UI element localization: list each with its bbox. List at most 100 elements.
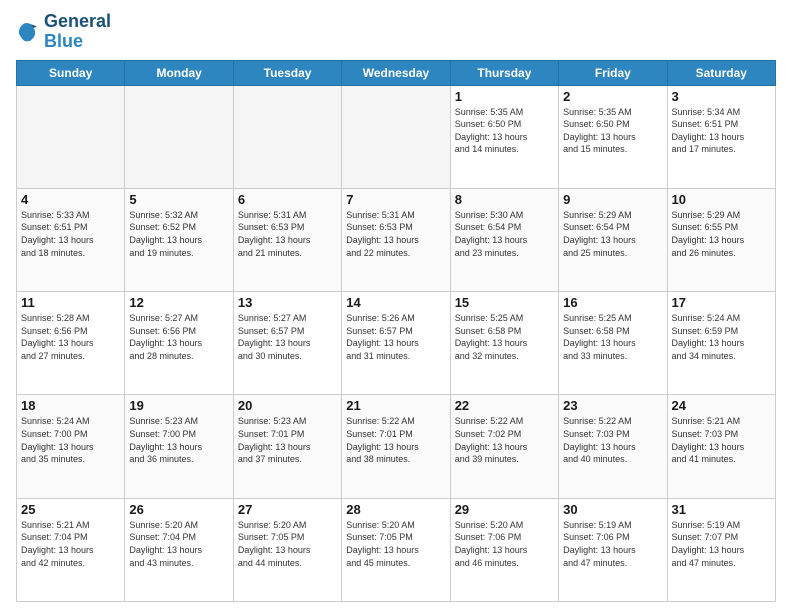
- day-number: 8: [455, 192, 554, 207]
- day-number: 25: [21, 502, 120, 517]
- weekday-header-friday: Friday: [559, 60, 667, 85]
- day-info: Sunrise: 5:23 AM Sunset: 7:01 PM Dayligh…: [238, 415, 337, 465]
- day-number: 30: [563, 502, 662, 517]
- day-number: 19: [129, 398, 228, 413]
- calendar-cell: 12 Sunrise: 5:27 AM Sunset: 6:56 PM Dayli…: [125, 292, 233, 395]
- calendar-cell: [17, 85, 125, 188]
- day-number: 11: [21, 295, 120, 310]
- day-number: 20: [238, 398, 337, 413]
- day-number: 27: [238, 502, 337, 517]
- day-number: 22: [455, 398, 554, 413]
- day-info: Sunrise: 5:19 AM Sunset: 7:06 PM Dayligh…: [563, 519, 662, 569]
- day-info: Sunrise: 5:21 AM Sunset: 7:04 PM Dayligh…: [21, 519, 120, 569]
- calendar-cell: 26Sunrise: 5:20 AM Sunset: 7:04 PM Dayli…: [125, 498, 233, 601]
- calendar-cell: 30 Sunrise: 5:19 AM Sunset: 7:06 PM Dayli…: [559, 498, 667, 601]
- day-info: Sunrise: 5:22 AM Sunset: 7:03 PM Dayligh…: [563, 415, 662, 465]
- calendar-cell: 15Sunrise: 5:25 AM Sunset: 6:58 PM Dayli…: [450, 292, 558, 395]
- calendar-week-row: 18 Sunrise: 5:24 AM Sunset: 7:00 PM Dayli…: [17, 395, 776, 498]
- calendar-cell: 13 Sunrise: 5:27 AM Sunset: 6:57 PM Dayli…: [233, 292, 341, 395]
- day-info: Sunrise: 5:22 AM Sunset: 7:02 PM Dayligh…: [455, 415, 554, 465]
- calendar-week-row: 1 Sunrise: 5:35 AM Sunset: 6:50 PM Daylig…: [17, 85, 776, 188]
- weekday-header-sunday: Sunday: [17, 60, 125, 85]
- day-number: 18: [21, 398, 120, 413]
- day-number: 12: [129, 295, 228, 310]
- day-number: 26: [129, 502, 228, 517]
- day-info: Sunrise: 5:22 AM Sunset: 7:01 PM Dayligh…: [346, 415, 445, 465]
- calendar-cell: [233, 85, 341, 188]
- day-number: 1: [455, 89, 554, 104]
- calendar-cell: 29 Sunrise: 5:20 AM Sunset: 7:06 PM Dayli…: [450, 498, 558, 601]
- calendar-cell: 23 Sunrise: 5:22 AM Sunset: 7:03 PM Dayli…: [559, 395, 667, 498]
- day-info: Sunrise: 5:29 AM Sunset: 6:54 PM Dayligh…: [563, 209, 662, 259]
- day-info: Sunrise: 5:25 AM Sunset: 6:58 PM Dayligh…: [563, 312, 662, 362]
- day-info: Sunrise: 5:24 AM Sunset: 7:00 PM Dayligh…: [21, 415, 120, 465]
- calendar-cell: 24 Sunrise: 5:21 AM Sunset: 7:03 PM Dayli…: [667, 395, 775, 498]
- day-info: Sunrise: 5:32 AM Sunset: 6:52 PM Dayligh…: [129, 209, 228, 259]
- day-number: 17: [672, 295, 771, 310]
- day-number: 4: [21, 192, 120, 207]
- calendar-cell: 25 Sunrise: 5:21 AM Sunset: 7:04 PM Dayli…: [17, 498, 125, 601]
- day-info: Sunrise: 5:31 AM Sunset: 6:53 PM Dayligh…: [346, 209, 445, 259]
- day-number: 14: [346, 295, 445, 310]
- day-number: 23: [563, 398, 662, 413]
- calendar-week-row: 25 Sunrise: 5:21 AM Sunset: 7:04 PM Dayli…: [17, 498, 776, 601]
- day-info: Sunrise: 5:33 AM Sunset: 6:51 PM Dayligh…: [21, 209, 120, 259]
- day-info: Sunrise: 5:24 AM Sunset: 6:59 PM Dayligh…: [672, 312, 771, 362]
- day-info: Sunrise: 5:34 AM Sunset: 6:51 PM Dayligh…: [672, 106, 771, 156]
- calendar-cell: 2Sunrise: 5:35 AM Sunset: 6:50 PM Daylig…: [559, 85, 667, 188]
- weekday-header-thursday: Thursday: [450, 60, 558, 85]
- day-info: Sunrise: 5:20 AM Sunset: 7:05 PM Dayligh…: [346, 519, 445, 569]
- calendar-cell: [342, 85, 450, 188]
- day-info: Sunrise: 5:20 AM Sunset: 7:06 PM Dayligh…: [455, 519, 554, 569]
- day-number: 9: [563, 192, 662, 207]
- day-info: Sunrise: 5:35 AM Sunset: 6:50 PM Dayligh…: [455, 106, 554, 156]
- calendar-week-row: 11 Sunrise: 5:28 AM Sunset: 6:56 PM Dayli…: [17, 292, 776, 395]
- calendar-cell: 4 Sunrise: 5:33 AM Sunset: 6:51 PM Daylig…: [17, 188, 125, 291]
- calendar-cell: 18 Sunrise: 5:24 AM Sunset: 7:00 PM Dayli…: [17, 395, 125, 498]
- calendar-cell: 27 Sunrise: 5:20 AM Sunset: 7:05 PM Dayli…: [233, 498, 341, 601]
- logo-text: General Blue: [44, 12, 111, 52]
- day-number: 29: [455, 502, 554, 517]
- calendar-cell: 7 Sunrise: 5:31 AM Sunset: 6:53 PM Daylig…: [342, 188, 450, 291]
- day-info: Sunrise: 5:30 AM Sunset: 6:54 PM Dayligh…: [455, 209, 554, 259]
- day-info: Sunrise: 5:20 AM Sunset: 7:05 PM Dayligh…: [238, 519, 337, 569]
- weekday-header-tuesday: Tuesday: [233, 60, 341, 85]
- day-number: 10: [672, 192, 771, 207]
- day-info: Sunrise: 5:29 AM Sunset: 6:55 PM Dayligh…: [672, 209, 771, 259]
- day-info: Sunrise: 5:26 AM Sunset: 6:57 PM Dayligh…: [346, 312, 445, 362]
- day-info: Sunrise: 5:28 AM Sunset: 6:56 PM Dayligh…: [21, 312, 120, 362]
- day-number: 7: [346, 192, 445, 207]
- day-info: Sunrise: 5:19 AM Sunset: 7:07 PM Dayligh…: [672, 519, 771, 569]
- calendar-cell: 3 Sunrise: 5:34 AM Sunset: 6:51 PM Daylig…: [667, 85, 775, 188]
- day-info: Sunrise: 5:31 AM Sunset: 6:53 PM Dayligh…: [238, 209, 337, 259]
- day-info: Sunrise: 5:27 AM Sunset: 6:57 PM Dayligh…: [238, 312, 337, 362]
- day-number: 2: [563, 89, 662, 104]
- calendar-cell: 1 Sunrise: 5:35 AM Sunset: 6:50 PM Daylig…: [450, 85, 558, 188]
- day-number: 21: [346, 398, 445, 413]
- day-number: 24: [672, 398, 771, 413]
- day-number: 16: [563, 295, 662, 310]
- day-number: 6: [238, 192, 337, 207]
- day-number: 15: [455, 295, 554, 310]
- calendar-cell: 17 Sunrise: 5:24 AM Sunset: 6:59 PM Dayli…: [667, 292, 775, 395]
- calendar-cell: 19Sunrise: 5:23 AM Sunset: 7:00 PM Dayli…: [125, 395, 233, 498]
- logo: General Blue: [16, 12, 111, 52]
- day-info: Sunrise: 5:27 AM Sunset: 6:56 PM Dayligh…: [129, 312, 228, 362]
- calendar-week-row: 4 Sunrise: 5:33 AM Sunset: 6:51 PM Daylig…: [17, 188, 776, 291]
- day-info: Sunrise: 5:21 AM Sunset: 7:03 PM Dayligh…: [672, 415, 771, 465]
- logo-icon: [16, 20, 40, 44]
- day-number: 13: [238, 295, 337, 310]
- calendar-header-row: SundayMondayTuesdayWednesdayThursdayFrid…: [17, 60, 776, 85]
- header: General Blue: [16, 12, 776, 52]
- calendar-cell: [125, 85, 233, 188]
- calendar-cell: 11 Sunrise: 5:28 AM Sunset: 6:56 PM Dayli…: [17, 292, 125, 395]
- weekday-header-wednesday: Wednesday: [342, 60, 450, 85]
- calendar-cell: 10 Sunrise: 5:29 AM Sunset: 6:55 PM Dayli…: [667, 188, 775, 291]
- calendar-cell: 31Sunrise: 5:19 AM Sunset: 7:07 PM Dayli…: [667, 498, 775, 601]
- day-number: 5: [129, 192, 228, 207]
- calendar-cell: 5 Sunrise: 5:32 AM Sunset: 6:52 PM Daylig…: [125, 188, 233, 291]
- calendar-cell: 20 Sunrise: 5:23 AM Sunset: 7:01 PM Dayli…: [233, 395, 341, 498]
- day-number: 3: [672, 89, 771, 104]
- calendar-cell: 9 Sunrise: 5:29 AM Sunset: 6:54 PM Daylig…: [559, 188, 667, 291]
- calendar-cell: 28Sunrise: 5:20 AM Sunset: 7:05 PM Dayli…: [342, 498, 450, 601]
